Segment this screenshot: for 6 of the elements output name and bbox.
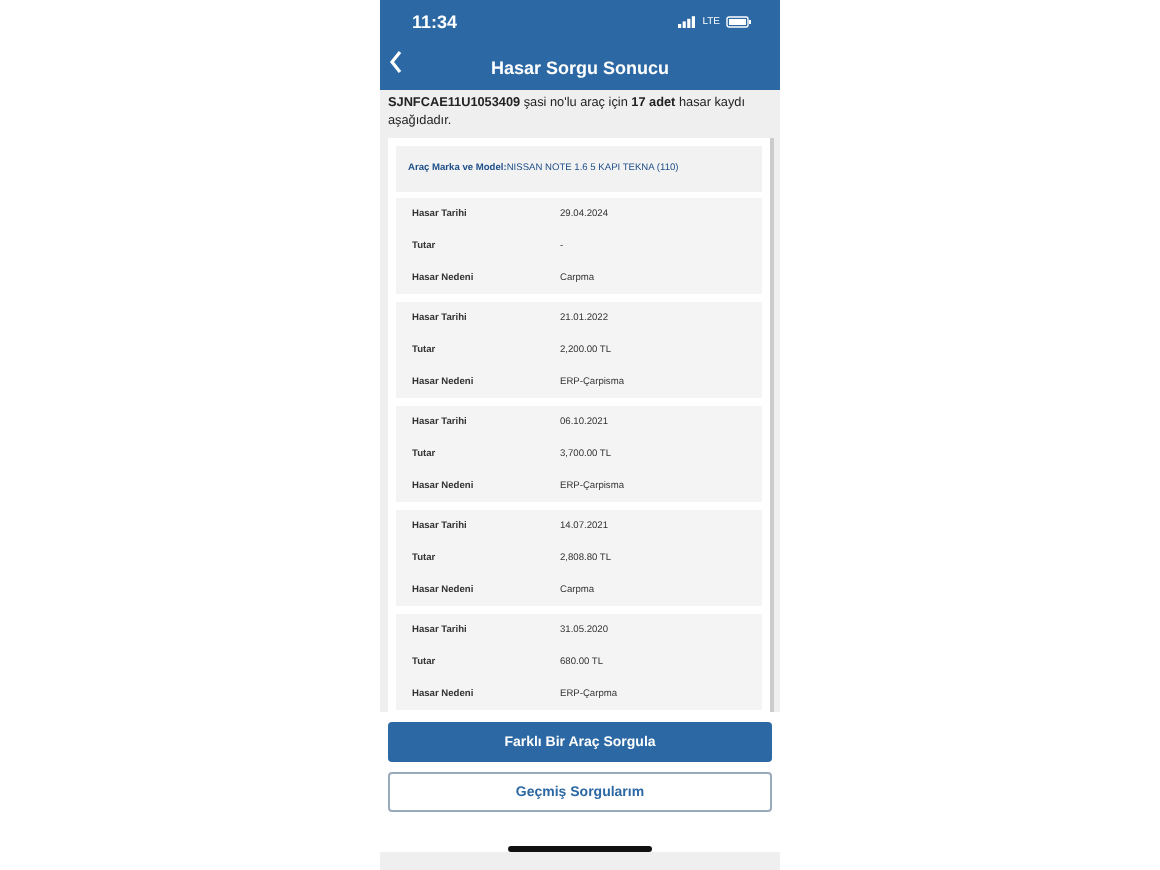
signal-icon — [678, 16, 697, 28]
status-time: 11:34 — [412, 12, 458, 32]
home-indicator — [508, 846, 652, 853]
screen-title: Hasar Sorgu Sonucu — [490, 57, 669, 77]
battery-icon — [726, 16, 752, 28]
back-button[interactable] — [388, 50, 404, 74]
